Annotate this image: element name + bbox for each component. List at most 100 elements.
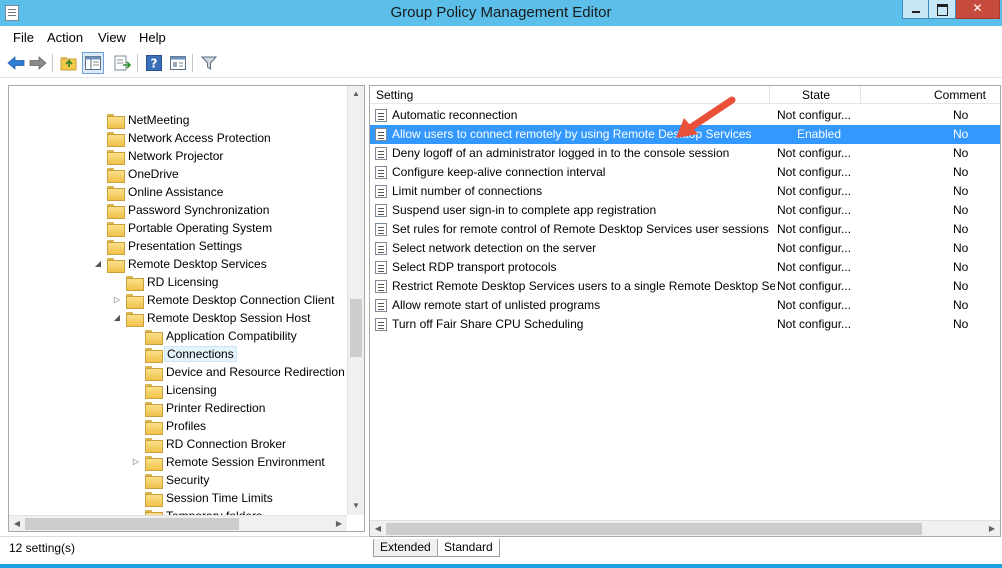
status-text: 12 setting(s) xyxy=(9,541,76,555)
folder-icon xyxy=(145,347,163,363)
menu-view[interactable]: View xyxy=(98,30,126,45)
policy-setting-icon xyxy=(375,128,387,141)
tree-item[interactable]: Password Synchronization xyxy=(107,201,269,219)
setting-name: Set rules for remote control of Remote D… xyxy=(392,222,769,236)
setting-state: Not configur... xyxy=(777,165,852,179)
column-divider[interactable] xyxy=(769,86,770,104)
setting-state: Not configur... xyxy=(777,222,852,236)
setting-name: Allow remote start of unlisted programs xyxy=(392,298,601,312)
tree-item-label: RD Licensing xyxy=(147,275,219,289)
tree-item-label: Connections xyxy=(164,346,237,362)
table-row[interactable]: Turn off Fair Share CPU Scheduling Not co… xyxy=(370,315,1000,334)
scroll-left-arrow-icon[interactable]: ◀ xyxy=(370,521,386,536)
table-row[interactable]: Restrict Remote Desktop Services users t… xyxy=(370,277,1000,296)
tree-item[interactable]: RD Licensing xyxy=(126,273,218,291)
tree-item[interactable]: Connections xyxy=(145,345,237,363)
tree-item[interactable]: Session Time Limits xyxy=(145,489,273,507)
tree-item[interactable]: Portable Operating System xyxy=(107,219,272,237)
tree-item[interactable]: Network Access Protection xyxy=(107,129,271,147)
column-divider[interactable] xyxy=(860,86,861,104)
table-row[interactable]: Set rules for remote control of Remote D… xyxy=(370,220,1000,239)
tree-pane: NetMeeting Network Access Protection Netwo… xyxy=(8,85,365,532)
maximize-button[interactable] xyxy=(929,0,956,19)
minimize-button[interactable] xyxy=(902,0,929,19)
table-row[interactable]: Select network detection on the server No… xyxy=(370,239,1000,258)
menu-file[interactable]: File xyxy=(13,30,34,45)
expand-closed-icon[interactable]: ▷ xyxy=(112,295,122,305)
tree-vertical-scrollbar[interactable]: ▲ ▼ xyxy=(347,86,364,515)
column-header-setting[interactable]: Setting xyxy=(376,86,413,104)
tree-item[interactable]: Online Assistance xyxy=(107,183,223,201)
tree-item-label: Remote Session Environment xyxy=(166,455,325,469)
folder-icon xyxy=(145,473,163,489)
menu-action[interactable]: Action xyxy=(47,30,83,45)
tree-horizontal-scrollbar[interactable]: ◀ ▶ xyxy=(9,515,347,531)
setting-state: Not configur... xyxy=(777,241,852,255)
tree-item[interactable]: Network Projector xyxy=(107,147,223,165)
help-icon[interactable]: ? xyxy=(143,52,165,74)
table-row[interactable]: Allow remote start of unlisted programs N… xyxy=(370,296,1000,315)
toolbar-separator xyxy=(52,54,53,72)
tree-item-label: Printer Redirection xyxy=(166,401,266,415)
tree-item-label: NetMeeting xyxy=(128,113,190,127)
setting-comment: No xyxy=(953,108,969,122)
tree-item[interactable]: OneDrive xyxy=(107,165,179,183)
setting-name: Turn off Fair Share CPU Scheduling xyxy=(392,317,584,331)
column-header-state[interactable]: State xyxy=(802,86,830,104)
table-row[interactable]: Select RDP transport protocols Not config… xyxy=(370,258,1000,277)
table-row[interactable]: Suspend user sign-in to complete app reg… xyxy=(370,201,1000,220)
forward-arrow-icon[interactable] xyxy=(27,52,49,74)
tree-item[interactable]: Remote Desktop Session Host xyxy=(126,309,310,327)
tree-item[interactable]: Profiles xyxy=(145,417,206,435)
main-window: File Action View Help ? NetMeeting Netwo… xyxy=(0,26,1002,564)
setting-name: Select RDP transport protocols xyxy=(392,260,557,274)
expand-closed-icon[interactable]: ▷ xyxy=(131,457,141,467)
scroll-thumb[interactable] xyxy=(386,523,922,535)
close-button[interactable] xyxy=(956,0,1000,19)
tree-item[interactable]: NetMeeting xyxy=(107,111,189,129)
tree-item[interactable]: Security xyxy=(145,471,209,489)
table-row[interactable]: Limit number of connections Not configur.… xyxy=(370,182,1000,201)
folder-icon xyxy=(145,329,163,345)
back-arrow-icon[interactable] xyxy=(5,52,27,74)
expand-open-icon[interactable]: ◢ xyxy=(112,313,122,323)
tree-item[interactable]: Device and Resource Redirection xyxy=(145,363,345,381)
tree-item-label: Portable Operating System xyxy=(128,221,273,235)
tree-item[interactable]: Remote Desktop Services xyxy=(107,255,267,273)
scroll-right-arrow-icon[interactable]: ▶ xyxy=(331,516,347,531)
folder-icon xyxy=(145,455,163,471)
properties-icon[interactable] xyxy=(167,52,189,74)
folder-icon xyxy=(126,275,144,291)
expand-open-icon[interactable]: ◢ xyxy=(93,259,103,269)
export-list-icon[interactable] xyxy=(112,52,134,74)
folder-icon xyxy=(107,113,125,129)
scroll-thumb[interactable] xyxy=(25,518,239,530)
filter-icon[interactable] xyxy=(198,52,220,74)
tree-item[interactable]: Remote Session Environment xyxy=(145,453,325,471)
scroll-left-arrow-icon[interactable]: ◀ xyxy=(9,516,25,531)
list-horizontal-scrollbar[interactable]: ◀ ▶ xyxy=(370,520,1000,536)
menu-help[interactable]: Help xyxy=(139,30,166,45)
table-row[interactable]: Configure keep-alive connection interval… xyxy=(370,163,1000,182)
tab-extended[interactable]: Extended xyxy=(373,539,438,557)
scroll-down-arrow-icon[interactable]: ▼ xyxy=(348,498,364,514)
tree-item-label: Presentation Settings xyxy=(128,239,243,253)
tree-item[interactable]: Printer Redirection xyxy=(145,399,265,417)
folder-icon xyxy=(145,365,163,381)
folder-icon xyxy=(145,491,163,507)
tree-item[interactable]: Remote Desktop Connection Client xyxy=(126,291,334,309)
setting-state: Not configur... xyxy=(777,298,852,312)
scroll-thumb[interactable] xyxy=(350,299,362,357)
tree-item[interactable]: RD Connection Broker xyxy=(145,435,286,453)
tree-item[interactable]: Licensing xyxy=(145,381,217,399)
setting-comment: No xyxy=(953,146,969,160)
settings-list-pane: Setting State Comment Automatic reconnec… xyxy=(369,85,1001,537)
tab-standard[interactable]: Standard xyxy=(437,539,500,557)
tree-item[interactable]: Presentation Settings xyxy=(107,237,242,255)
tree-item[interactable]: Application Compatibility xyxy=(145,327,297,345)
column-header-comment[interactable]: Comment xyxy=(934,86,986,104)
scroll-up-arrow-icon[interactable]: ▲ xyxy=(348,86,364,102)
show-hide-tree-icon[interactable] xyxy=(82,52,104,74)
scroll-right-arrow-icon[interactable]: ▶ xyxy=(984,521,1000,536)
up-folder-icon[interactable] xyxy=(58,52,80,74)
